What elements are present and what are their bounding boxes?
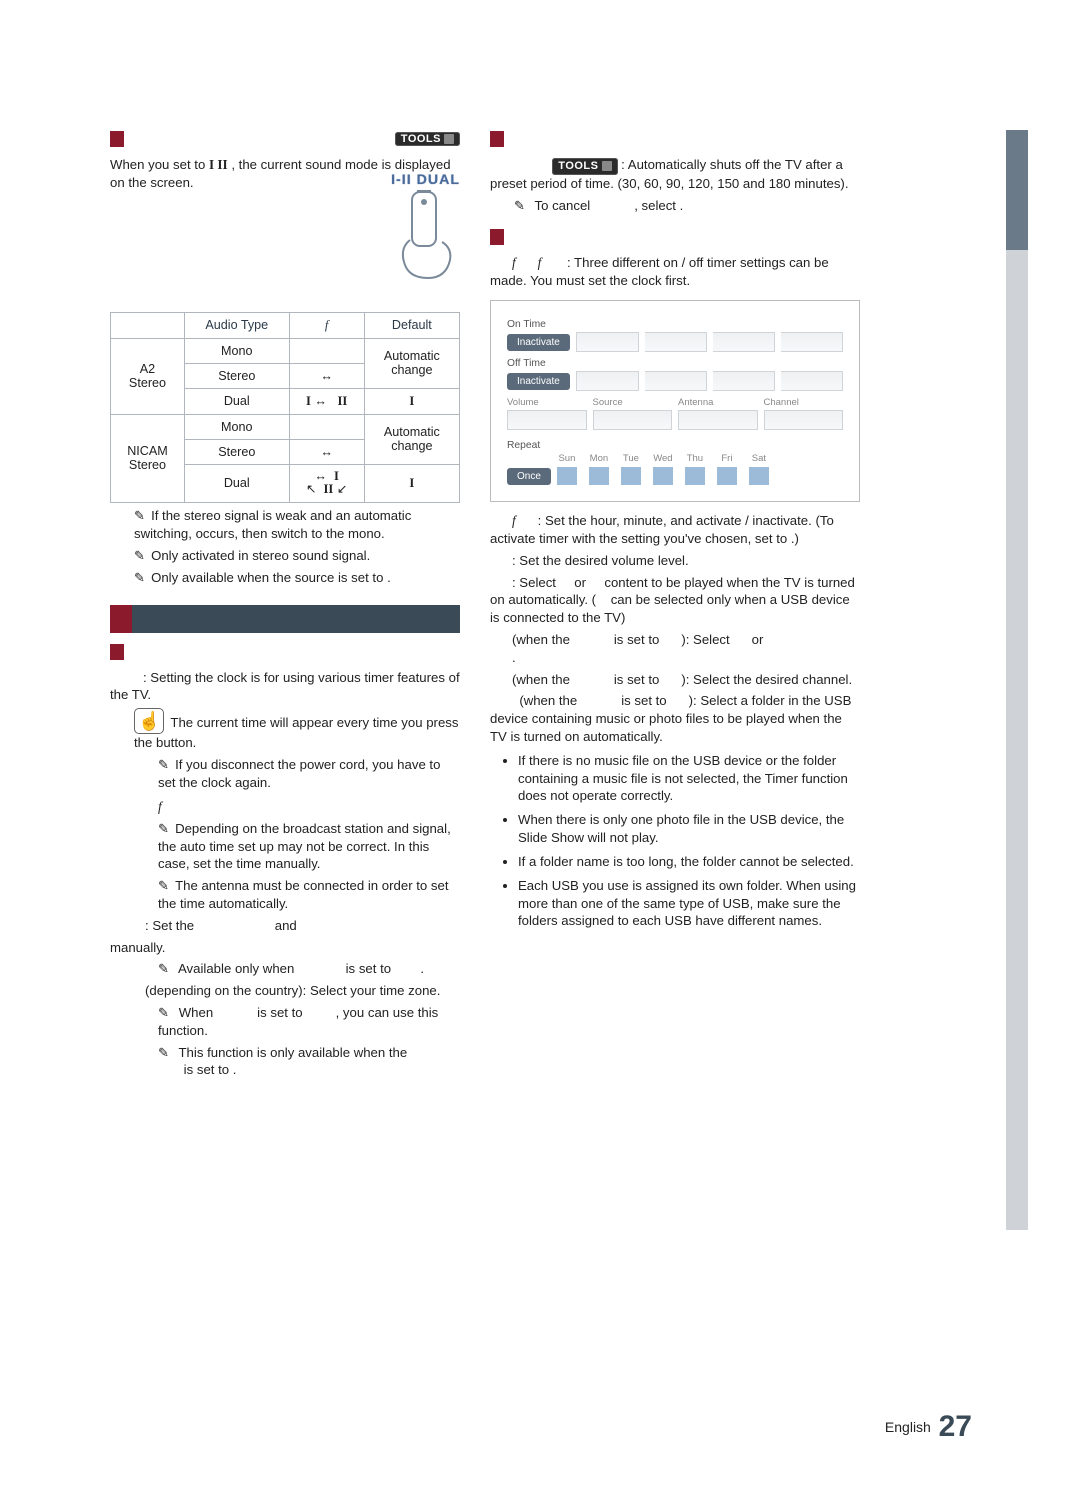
dual-badge: I-II DUAL — [391, 172, 460, 188]
note-power-cord: If you disconnect the power cord, you ha… — [158, 756, 460, 792]
set-manually: : Set the and — [134, 917, 460, 935]
note-stereo-only: Only activated in stereo sound signal. — [134, 547, 460, 565]
note-antenna: The antenna must be connected in order t… — [158, 877, 460, 913]
note-auto-time: Depending on the broadcast station and s… — [158, 820, 460, 873]
note-weak-signal: If the stereo signal is weak and an auto… — [134, 507, 460, 543]
usb-note: Each USB you use is assigned its own fol… — [518, 877, 860, 930]
p-vol: : Set the desired volume level. — [490, 552, 860, 570]
section-header-timer: f — [490, 228, 860, 246]
clock-intro: Clock: Setting the clock is for using va… — [110, 669, 460, 705]
time-zone-c: This function is only available when the… — [158, 1044, 460, 1080]
section-band-setup — [110, 605, 460, 633]
i-ii-glyph: I II — [209, 157, 228, 172]
sleep-timer-body: TOOLS : Automatically shuts off the TV a… — [490, 156, 860, 193]
day-tue[interactable]: Tue — [621, 453, 641, 485]
tools-badge: TOOLS — [395, 132, 460, 146]
channel-field[interactable] — [764, 410, 844, 430]
sleep-cancel: To cancel , select . — [514, 197, 860, 215]
off-time-inactivate-pill[interactable]: Inactivate — [507, 373, 570, 390]
section-header-time — [110, 643, 460, 661]
day-mon[interactable]: Mon — [589, 453, 609, 485]
hand-info-note: The current time will appear every time … — [134, 708, 460, 752]
p-onoff: f : Set the hour, minute, and activate /… — [490, 512, 860, 548]
antenna-field[interactable] — [678, 410, 758, 430]
day-sat[interactable]: Sat — [749, 453, 769, 485]
repeat-label: Repeat — [507, 440, 843, 451]
day-wed[interactable]: Wed — [653, 453, 673, 485]
page-footer: English 27 — [885, 1410, 972, 1444]
section-header-sleep — [490, 130, 860, 148]
on-time-inactivate-pill[interactable]: Inactivate — [507, 334, 570, 351]
source-field[interactable] — [593, 410, 673, 430]
time-zone-b: When is set to , you can use this functi… — [158, 1004, 460, 1040]
on-time-label: On Time — [507, 319, 843, 330]
day-thu[interactable]: Thu — [685, 453, 705, 485]
usb-notes-list: If there is no music file on the USB dev… — [490, 752, 860, 930]
p-antenna: (when the is set to ): Select or . — [490, 631, 860, 667]
note-source: Only available when the source is set to… — [134, 569, 460, 587]
off-time-label: Off Time — [507, 358, 843, 369]
tools-badge-inline: TOOLS — [552, 158, 617, 175]
day-sun[interactable]: Sun — [557, 453, 577, 485]
usb-note: If there is no music file on the USB dev… — [518, 752, 860, 805]
p-channel: (when the is set to ): Select the desire… — [490, 671, 860, 689]
note-avail-only: Available only when is set to . — [158, 960, 460, 978]
timer-intro: f f : Three different on / off timer set… — [490, 254, 860, 290]
audio-mode-table: Audio Type f Default A2 Stereo Mono Auto… — [110, 312, 460, 504]
section-header-sound: TOOLS — [110, 130, 460, 148]
day-fri[interactable]: Fri — [717, 453, 737, 485]
remote-hand-illustration — [390, 190, 460, 280]
side-tab — [1006, 130, 1028, 1230]
volume-field[interactable] — [507, 410, 587, 430]
time-zone-a: (depending on the country): Select your … — [134, 982, 460, 1000]
usb-note: When there is only one photo file in the… — [518, 811, 860, 847]
timer-preview-panel: On Time Inactivate Off Time Inactivate V… — [490, 300, 860, 502]
manually-tail: manually. — [110, 939, 460, 957]
p-src: : Select or content to be played when th… — [490, 574, 860, 627]
p-usb: (when the is set to ): Select a folder i… — [490, 692, 860, 745]
usb-note: If a folder name is too long, the folder… — [518, 853, 860, 871]
repeat-once-pill[interactable]: Once — [507, 468, 551, 485]
